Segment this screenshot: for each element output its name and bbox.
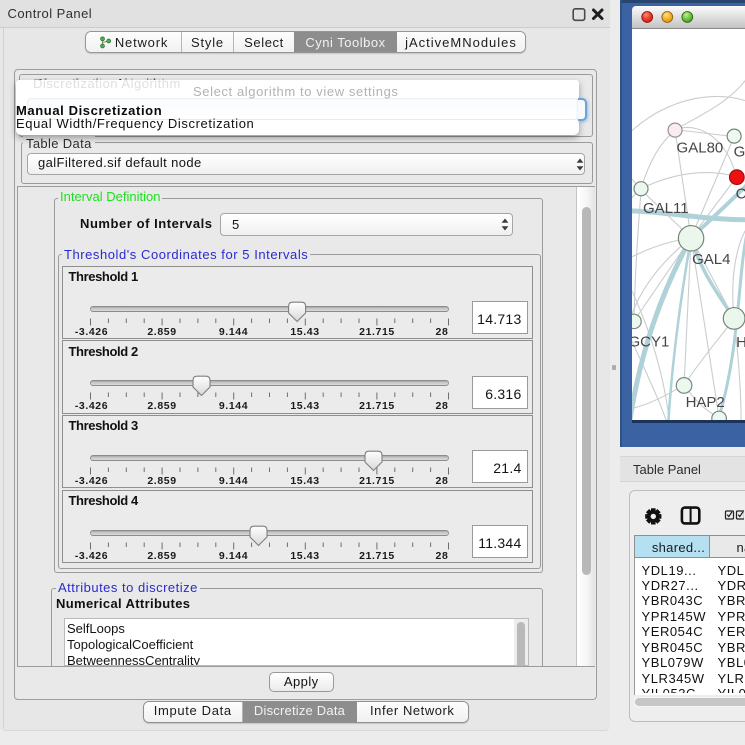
svg-text:2.859: 2.859 — [147, 326, 176, 338]
svg-text:28: 28 — [435, 475, 448, 487]
svg-text:21.715: 21.715 — [359, 550, 395, 562]
svg-text:-3.426: -3.426 — [74, 400, 107, 412]
svg-text:GAL4: GAL4 — [692, 250, 730, 267]
svg-text:9.144: 9.144 — [218, 475, 247, 487]
svg-text:9.144: 9.144 — [218, 550, 247, 562]
svg-text:15.43: 15.43 — [290, 326, 319, 338]
svg-text:HI: HI — [736, 333, 745, 350]
svg-text:-3.426: -3.426 — [74, 475, 107, 487]
svg-text:2.859: 2.859 — [147, 550, 176, 562]
svg-text:GAL11: GAL11 — [643, 200, 689, 217]
svg-text:15.43: 15.43 — [290, 475, 319, 487]
svg-text:21.715: 21.715 — [359, 400, 395, 412]
svg-text:2.859: 2.859 — [147, 400, 176, 412]
svg-text:HAP2: HAP2 — [686, 393, 725, 410]
svg-text:2.859: 2.859 — [147, 475, 176, 487]
svg-text:GA: GA — [734, 143, 745, 160]
svg-text:28: 28 — [435, 400, 448, 412]
svg-text:28: 28 — [435, 550, 448, 562]
svg-text:-3.426: -3.426 — [74, 550, 107, 562]
svg-text:GAL80: GAL80 — [677, 139, 724, 156]
svg-text:-3.426: -3.426 — [74, 326, 107, 338]
svg-text:GCY1: GCY1 — [632, 333, 669, 350]
svg-text:9.144: 9.144 — [218, 326, 247, 338]
svg-text:21.715: 21.715 — [359, 475, 395, 487]
svg-text:9.144: 9.144 — [218, 400, 247, 412]
svg-text:15.43: 15.43 — [290, 550, 319, 562]
svg-text:15.43: 15.43 — [290, 400, 319, 412]
svg-text:21.715: 21.715 — [359, 326, 395, 338]
svg-text:28: 28 — [435, 326, 448, 338]
svg-text:CC: CC — [736, 185, 745, 202]
